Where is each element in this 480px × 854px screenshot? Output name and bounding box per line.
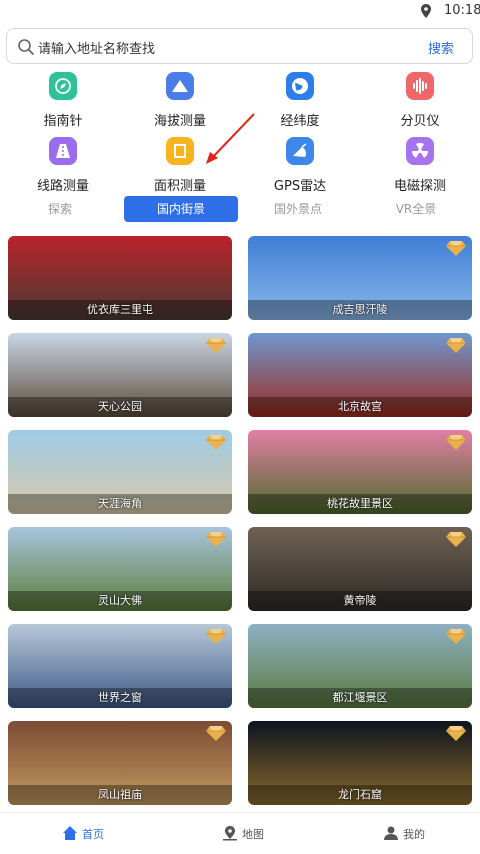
- place-name: 凤山祖庙: [8, 785, 232, 805]
- nav-label: 地图: [242, 828, 264, 841]
- tool-sound-wave[interactable]: 分贝仪: [370, 72, 470, 130]
- nav-home[interactable]: 首页: [62, 823, 112, 845]
- radiation-icon: [406, 137, 434, 165]
- tab-3[interactable]: VR全景: [364, 196, 468, 222]
- nav-user[interactable]: 我的: [383, 823, 433, 845]
- nav-map-pin[interactable]: 地图: [222, 823, 272, 845]
- place-card[interactable]: 天涯海角: [8, 430, 232, 514]
- place-card[interactable]: 优衣库三里屯: [8, 236, 232, 320]
- tool-label: 指南针: [43, 114, 83, 129]
- area-icon: [166, 137, 194, 165]
- search-icon: [18, 39, 34, 55]
- status-bar: 10:18: [0, 0, 480, 22]
- place-name: 天心公园: [8, 397, 232, 417]
- place-name: 黄帝陵: [248, 591, 472, 611]
- place-name: 灵山大佛: [8, 591, 232, 611]
- place-card[interactable]: 世界之窗: [8, 624, 232, 708]
- radar-icon: [286, 137, 314, 165]
- tool-label: 经纬度: [280, 114, 320, 129]
- premium-gem-icon: [446, 338, 466, 353]
- place-name: 龙门石窟: [248, 785, 472, 805]
- tab-2[interactable]: 国外景点: [246, 196, 350, 222]
- place-card[interactable]: 龙门石窟: [248, 721, 472, 805]
- search-button[interactable]: 搜索: [428, 38, 454, 57]
- category-tabs: 探索 国内街景 国外景点 VR全景: [0, 196, 480, 222]
- search-bar[interactable]: 请输入地址名称查找 搜索: [6, 28, 473, 64]
- mountain-icon: [166, 72, 194, 100]
- place-card[interactable]: 北京故宫: [248, 333, 472, 417]
- nav-label: 首页: [82, 828, 104, 841]
- user-icon: [383, 825, 399, 841]
- place-name: 北京故宫: [248, 397, 472, 417]
- nav-label: 我的: [403, 828, 425, 841]
- place-card[interactable]: 成吉思汗陵: [248, 236, 472, 320]
- status-time: 10:18: [444, 3, 480, 18]
- tool-radiation[interactable]: 电磁探测: [370, 137, 470, 195]
- premium-gem-icon: [446, 532, 466, 547]
- premium-gem-icon: [206, 338, 226, 353]
- place-card[interactable]: 黄帝陵: [248, 527, 472, 611]
- compass-icon: [49, 72, 77, 100]
- home-icon: [62, 825, 78, 841]
- place-name: 天涯海角: [8, 494, 232, 514]
- road-icon: [49, 137, 77, 165]
- premium-gem-icon: [206, 726, 226, 741]
- place-card[interactable]: 桃花故里景区: [248, 430, 472, 514]
- place-name: 优衣库三里屯: [8, 300, 232, 320]
- premium-gem-icon: [446, 726, 466, 741]
- premium-gem-icon: [446, 435, 466, 450]
- premium-gem-icon: [446, 629, 466, 644]
- premium-gem-icon: [446, 241, 466, 256]
- place-name: 都江堰景区: [248, 688, 472, 708]
- pointer-arrow: [206, 113, 255, 164]
- place-name: 成吉思汗陵: [248, 300, 472, 320]
- tool-globe[interactable]: 经纬度: [250, 72, 350, 130]
- place-card[interactable]: 凤山祖庙: [8, 721, 232, 805]
- place-card[interactable]: 都江堰景区: [248, 624, 472, 708]
- place-card[interactable]: 灵山大佛: [8, 527, 232, 611]
- location-icon: [421, 4, 431, 18]
- tool-label: 线路测量: [36, 179, 89, 194]
- premium-gem-icon: [206, 629, 226, 644]
- premium-gem-icon: [206, 435, 226, 450]
- tab-0[interactable]: 探索: [10, 196, 110, 222]
- tool-compass[interactable]: 指南针: [13, 72, 113, 130]
- place-name: 桃花故里景区: [248, 494, 472, 514]
- sound-wave-icon: [406, 72, 434, 100]
- premium-gem-icon: [206, 532, 226, 547]
- tool-label: GPS雷达: [273, 179, 327, 194]
- tab-1[interactable]: 国内街景: [124, 196, 238, 222]
- tool-radar[interactable]: GPS雷达: [250, 137, 350, 195]
- tool-road[interactable]: 线路测量: [13, 137, 113, 195]
- bottom-nav: 首页 地图 我的: [0, 812, 480, 854]
- tool-label: 电磁探测: [393, 179, 446, 194]
- map-pin-icon: [222, 825, 238, 841]
- place-card[interactable]: 天心公园: [8, 333, 232, 417]
- tool-label: 分贝仪: [400, 114, 440, 129]
- place-name: 世界之窗: [8, 688, 232, 708]
- tool-label: 面积测量: [153, 179, 206, 194]
- globe-icon: [286, 72, 314, 100]
- search-input[interactable]: 请输入地址名称查找: [38, 38, 155, 57]
